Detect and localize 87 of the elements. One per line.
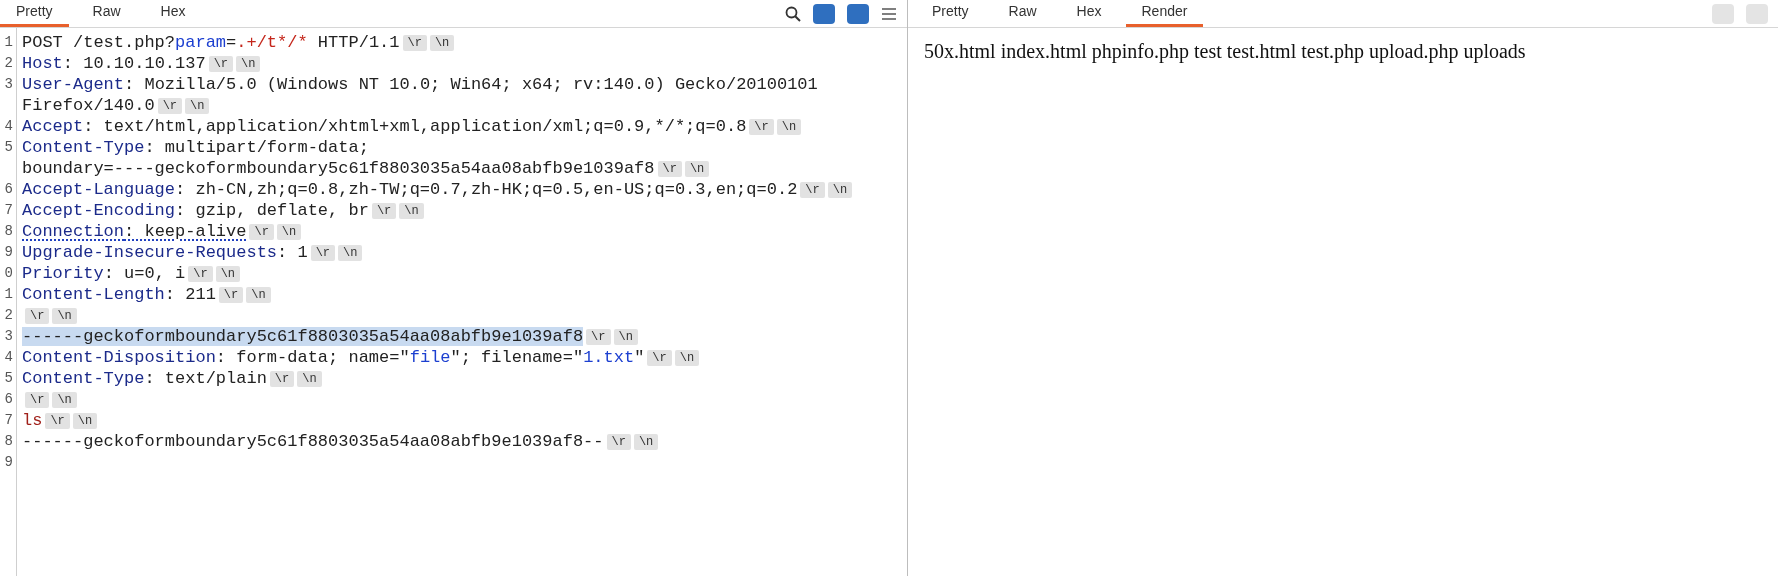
- code-text: ------geckoformboundary5c61f8803035a54aa08abfb9e1039af8: [22, 327, 584, 346]
- line-number: 1: [3, 285, 13, 304]
- menu-icon[interactable]: [881, 6, 897, 21]
- line-number: 9: [3, 453, 13, 472]
- code-text: ls: [22, 411, 43, 430]
- line-ending-marker: \n: [297, 371, 322, 387]
- line-ending-marker: \n: [52, 308, 77, 324]
- line-ending-marker: \r: [606, 434, 631, 450]
- line-number: 4: [3, 348, 13, 367]
- line-number: 9: [3, 243, 13, 262]
- line-ending-marker: \r: [749, 119, 774, 135]
- line-number: 5: [3, 138, 13, 157]
- line-ending-marker: \r: [45, 413, 70, 429]
- code-text: Content-Disposition: form-data; name="file"; filename="1.txt": [22, 348, 645, 367]
- line-number: 6: [3, 390, 13, 409]
- code-text: Accept-Encoding: gzip, deflate, br: [22, 201, 369, 220]
- line-ending-marker: \n: [276, 224, 302, 240]
- toggle-button[interactable]: [1746, 3, 1768, 24]
- line-ending-marker: \r: [371, 203, 397, 219]
- toggle-button[interactable]: [1712, 3, 1734, 24]
- view-tab[interactable]: Raw: [992, 0, 1053, 27]
- code-text: ------geckoformboundary5c61f8803035a54aa08abfb9e1039af8--: [22, 432, 604, 451]
- line-ending-marker: \n: [827, 182, 853, 198]
- code-text: User-Agent: Mozilla/5.0 (Windows NT 10.0; Win64; x64; rv:140.0) Gecko/20100101: [22, 75, 818, 94]
- line-ending-marker: \n: [633, 434, 659, 450]
- view-tab[interactable]: Hex: [1060, 0, 1118, 27]
- code-text: Accept-Language: zh-CN,zh;q=0.8,zh-TW;q=0.7,zh-HK;q=0.5,en-US;q=0.3,en;q=0.2: [22, 180, 798, 199]
- code-text: Accept: text/html,application/xhtml+xml,application/xml;q=0.9,*/*;q=0.8: [22, 117, 747, 136]
- line-ending-marker: \r: [647, 350, 672, 366]
- line-ending-marker: \r: [208, 56, 234, 72]
- line-ending-marker: \n: [185, 98, 210, 114]
- line-number: 4: [3, 117, 13, 136]
- search-icon[interactable]: [785, 5, 801, 22]
- code-text: Firefox/140.0: [22, 96, 155, 115]
- line-ending-marker: \n: [338, 245, 363, 261]
- line-ending-marker: \n: [72, 413, 98, 429]
- line-ending-marker: \n: [429, 35, 455, 51]
- line-ending-marker: \r: [157, 98, 183, 114]
- code-text: Priority: u=0, i: [22, 264, 186, 283]
- line-ending-marker: \r: [188, 266, 213, 282]
- line-ending-marker: \r: [402, 35, 427, 51]
- line-ending-marker: \r: [586, 329, 611, 345]
- line-ending-marker: \n: [399, 203, 424, 219]
- line-ending-marker: \r: [800, 182, 825, 198]
- code-text: POST /test.php?param=.+/t*/* HTTP/1.1: [22, 33, 400, 52]
- line-ending-marker: \r: [249, 224, 274, 240]
- line-ending-marker: \n: [236, 56, 261, 72]
- code-text: Content-Type: multipart/form-data;: [22, 138, 369, 157]
- line-ending-marker: \n: [613, 329, 638, 345]
- code-text: Host: 10.10.10.137: [22, 54, 206, 73]
- line-number: 0: [3, 264, 13, 283]
- line-number: 1: [3, 33, 13, 52]
- line-number: 3: [3, 75, 13, 94]
- line-number: 6: [3, 180, 13, 199]
- line-number: 7: [3, 201, 13, 220]
- line-ending-marker: \n: [52, 392, 77, 408]
- toggle-button[interactable]: [813, 3, 835, 24]
- line-ending-marker: \r: [25, 392, 50, 408]
- code-text: boundary=----geckoformboundary5c61f8803035a54aa08abfb9e1039af8: [22, 159, 655, 178]
- code-text: Upgrade-Insecure-Requests: 1: [22, 243, 308, 262]
- line-number: 7: [3, 411, 13, 430]
- code-text: Content-Type: text/plain: [22, 369, 267, 388]
- line-ending-marker: \n: [674, 350, 700, 366]
- view-tab[interactable]: Render: [1125, 0, 1204, 27]
- line-ending-marker: \r: [218, 287, 244, 303]
- line-ending-marker: \n: [215, 266, 241, 282]
- line-number: 2: [3, 54, 13, 73]
- view-tab[interactable]: Raw: [76, 0, 137, 27]
- line-number: 2: [3, 306, 13, 325]
- line-ending-marker: \n: [776, 119, 802, 135]
- view-tab[interactable]: Pretty: [916, 0, 985, 27]
- line-ending-marker: \n: [246, 287, 271, 303]
- line-ending-marker: \r: [25, 308, 50, 324]
- code-text: Content-Length: 211: [22, 285, 216, 304]
- toggle-button[interactable]: [847, 3, 869, 24]
- line-number: 8: [3, 432, 13, 451]
- line-ending-marker: \n: [684, 161, 710, 177]
- line-ending-marker: \r: [657, 161, 682, 177]
- line-number: 8: [3, 222, 13, 241]
- rendered-text: 50x.html index.html phpinfo.php test test.html test.php upload.php uploads: [924, 40, 1526, 62]
- code-text: Connection: keep-alive: [22, 222, 247, 241]
- view-tab[interactable]: Hex: [144, 0, 202, 27]
- line-ending-marker: \r: [269, 371, 295, 387]
- line-ending-marker: \r: [310, 245, 336, 261]
- line-number: 5: [3, 369, 13, 388]
- view-tab[interactable]: Pretty: [0, 0, 69, 27]
- line-number: 3: [3, 327, 13, 346]
